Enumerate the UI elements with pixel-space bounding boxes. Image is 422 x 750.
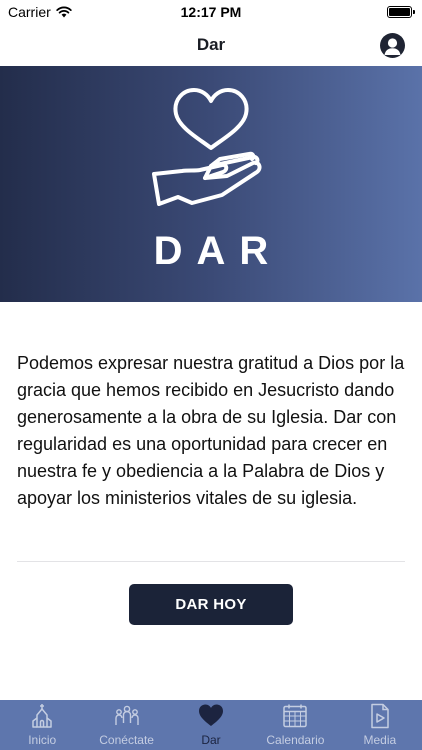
divider [17,561,405,562]
tab-bar: Inicio Conéctate Dar Calendario Media [0,700,422,750]
tab-inicio[interactable]: Inicio [0,700,84,750]
heart-icon [199,704,224,726]
battery-icon [387,6,415,18]
wifi-icon [56,6,72,18]
user-icon [384,38,401,55]
tab-calendario[interactable]: Calendario [253,700,337,750]
heart-hand-icon [152,88,262,206]
carrier-label: Carrier [8,4,51,20]
church-icon [32,704,52,728]
calendar-icon [283,704,308,728]
tab-label: Conéctate [99,733,154,747]
tab-media[interactable]: Media [338,700,422,750]
give-now-button[interactable]: DAR HOY [129,584,293,625]
hero-banner: DAR [0,66,422,302]
hero-title: DAR [153,229,283,273]
tab-conectate[interactable]: Conéctate [84,700,168,750]
tab-label: Media [363,733,397,747]
status-left: Carrier [8,4,72,20]
tab-label: Dar [201,733,221,747]
give-description: Podemos expresar nuestra gratitud a Dios… [17,353,405,508]
media-icon [371,703,389,729]
status-bar: Carrier 12:17 PM [0,0,422,24]
profile-button[interactable] [380,33,405,58]
tab-dar[interactable]: Dar [169,700,253,750]
tab-label: Calendario [266,733,325,747]
tab-label: Inicio [28,733,57,747]
battery-fill [389,8,410,16]
page-title: Dar [196,35,226,54]
people-icon [114,705,139,725]
nav-bar: Dar [0,24,422,66]
